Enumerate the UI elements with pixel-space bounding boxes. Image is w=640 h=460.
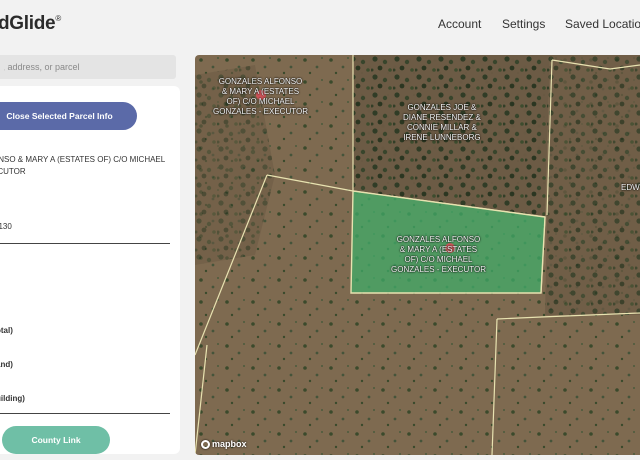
mapbox-attribution[interactable]: mapbox (201, 439, 247, 449)
parcel-label-owner: GONZALES JOE & DIANE RESENDEZ & CONNIE M… (403, 103, 481, 142)
nav-settings-link[interactable]: Settings (502, 17, 545, 31)
value-building-label: uilding) (0, 394, 25, 403)
satellite-map[interactable]: GONZALES ALFONSO & MARY A (ESTATES OF) C… (195, 55, 640, 455)
search-input[interactable] (0, 55, 176, 79)
parcel-id-value: 0130 (0, 222, 12, 231)
close-parcel-info-button[interactable]: Close Selected Parcel Info (0, 102, 137, 130)
county-link-button[interactable]: County Link (2, 426, 110, 454)
header: dGlide® Account Settings Saved Locations (0, 0, 640, 50)
mapbox-icon (201, 439, 210, 449)
parcel-label-owner: GONZALES ALFONSO & MARY A (ESTATES OF) C… (213, 77, 308, 116)
parcel-label-owner: EDW (621, 183, 640, 192)
parcel-info-panel: Close Selected Parcel Info ONSO & MARY A… (0, 86, 180, 454)
app-logo[interactable]: dGlide® (0, 13, 61, 35)
selected-parcel-label: GONZALES ALFONSO & MARY A (ESTATES OF) C… (391, 235, 486, 274)
divider (0, 243, 170, 244)
value-land-label: and) (0, 360, 13, 369)
nav-saved-locations-link[interactable]: Saved Locations (565, 17, 640, 31)
divider (0, 413, 170, 414)
owner-name: ONSO & MARY A (ESTATES OF) C/O MICHAEL E… (0, 155, 166, 176)
value-total-label: otal) (0, 326, 13, 335)
nav-account-link[interactable]: Account (438, 17, 481, 31)
